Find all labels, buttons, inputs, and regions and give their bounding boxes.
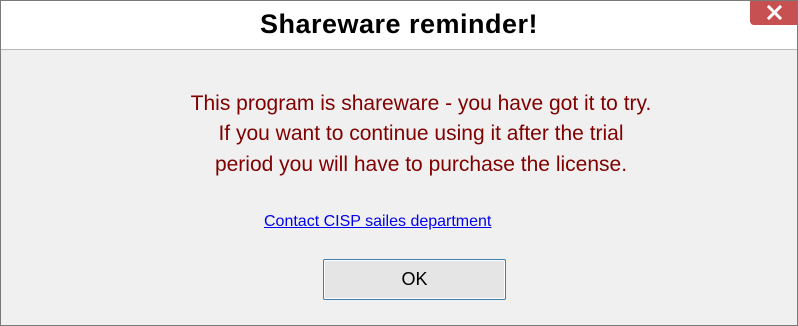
contact-sales-link[interactable]: Contact CISP sailes department bbox=[264, 213, 491, 231]
message-line-1: This program is shareware - you have got… bbox=[190, 92, 652, 115]
close-icon bbox=[767, 5, 782, 20]
shareware-reminder-dialog: Shareware reminder! This program is shar… bbox=[0, 0, 798, 326]
title-divider bbox=[1, 49, 797, 50]
message-line-3: period you will have to purchase the lic… bbox=[214, 153, 628, 176]
dialog-title: Shareware reminder! bbox=[259, 9, 539, 39]
message-line-2: If you want to continue using it after t… bbox=[218, 122, 624, 145]
title-bar: Shareware reminder! bbox=[1, 1, 797, 49]
close-button[interactable] bbox=[750, 1, 797, 25]
ok-button[interactable]: OK bbox=[323, 259, 506, 300]
